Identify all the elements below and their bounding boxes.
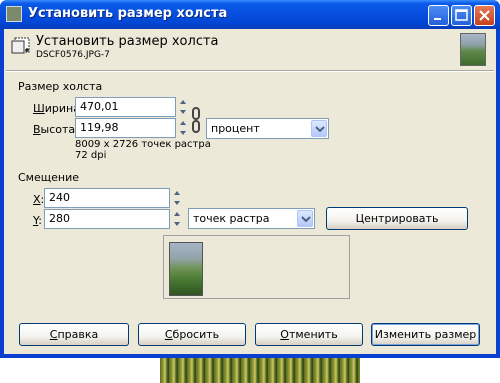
dialog-header-title: Установить размер холста <box>36 34 219 49</box>
minimize-icon <box>434 18 441 20</box>
preview-image[interactable] <box>169 242 203 296</box>
title-bar[interactable]: Установить размер холста <box>0 0 500 29</box>
canvas-size-icon <box>11 37 30 54</box>
image-thumbnail <box>460 33 486 66</box>
dialog-header: Установить размер холста DSCF0576.JPG-7 <box>4 29 496 71</box>
reset-button[interactable]: Сбросить <box>138 323 246 346</box>
spin-up-icon <box>174 212 180 216</box>
offset-unit-dropdown-button[interactable] <box>297 210 313 227</box>
header-separator <box>6 70 494 72</box>
offset-x-label: X: <box>33 193 45 206</box>
dialog-client: Установить размер холста DSCF0576.JPG-7 … <box>4 29 496 354</box>
width-spinner[interactable] <box>177 97 189 117</box>
height-label: Высота: <box>33 123 79 136</box>
close-button[interactable] <box>474 5 495 26</box>
center-button[interactable]: Центрировать <box>326 207 468 230</box>
offset-x-input[interactable]: 240 <box>44 188 170 208</box>
minimize-button[interactable] <box>428 5 449 26</box>
spin-down-icon <box>180 110 186 114</box>
spin-down-icon <box>174 222 180 226</box>
dialog-window: Установить размер холста Установить разм… <box>0 0 500 358</box>
help-button[interactable]: Справка <box>19 323 129 346</box>
chevron-down-icon <box>315 126 325 132</box>
offset-x-spinner[interactable] <box>171 188 183 208</box>
resize-button[interactable]: Изменить размер <box>371 323 480 346</box>
chevron-down-icon <box>301 216 311 222</box>
offset-y-label: Y: <box>33 214 42 227</box>
height-spinner[interactable] <box>177 118 189 138</box>
chain-link-icon-bottom[interactable] <box>192 120 200 133</box>
maximize-button[interactable] <box>451 5 472 26</box>
offset-unit-value: точек растра <box>193 212 270 225</box>
spin-down-icon <box>174 201 180 205</box>
canvas-size-section-label: Размер холста <box>18 80 103 93</box>
spin-up-icon <box>180 100 186 104</box>
size-unit-dropdown-button[interactable] <box>311 120 327 137</box>
offset-section-label: Смещение <box>18 171 79 184</box>
width-input[interactable]: 470,01 <box>75 97 176 117</box>
maximize-icon <box>455 9 468 21</box>
offset-y-spinner[interactable] <box>171 209 183 229</box>
height-input[interactable]: 119,98 <box>75 118 176 138</box>
offset-y-input[interactable]: 280 <box>44 209 170 229</box>
cancel-button[interactable]: Отменить <box>255 323 363 346</box>
chain-link-icon-top[interactable] <box>192 107 200 120</box>
image-name: DSCF0576.JPG-7 <box>36 50 110 60</box>
pixel-size-info: 8009 x 2726 точек растра <box>75 139 211 150</box>
background-image-strip <box>160 358 360 383</box>
size-unit-combo[interactable]: процент <box>206 118 329 139</box>
gimp-canvas-icon <box>6 6 22 22</box>
spin-up-icon <box>174 191 180 195</box>
size-unit-value: процент <box>211 122 260 135</box>
close-icon <box>479 10 490 21</box>
spin-up-icon <box>180 121 186 125</box>
offset-unit-combo[interactable]: точек растра <box>188 208 315 229</box>
window-title: Установить размер холста <box>28 6 228 21</box>
resolution-info: 72 dpi <box>75 150 107 161</box>
spin-down-icon <box>180 131 186 135</box>
